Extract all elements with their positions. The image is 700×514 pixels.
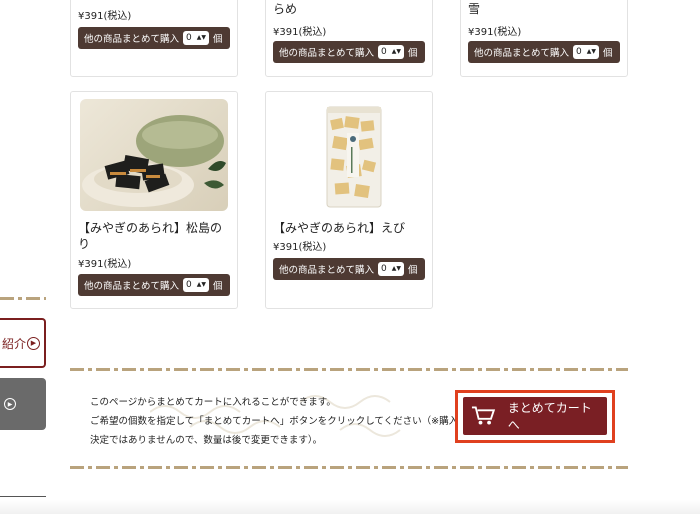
bulk-unit: 個 xyxy=(408,265,418,276)
page-bottom-shadow xyxy=(0,500,700,514)
rice-cracker-nori-image xyxy=(82,115,226,207)
quantity-stepper[interactable]: 0 ▲▼ xyxy=(378,262,405,276)
spinner-icon[interactable]: ▲▼ xyxy=(392,49,401,55)
bulk-unit: 個 xyxy=(213,34,223,45)
product-card-ebi: 【みやぎのあられ】えび ¥391(税込) 他の商品まとめて購入 0 ▲▼ 個 xyxy=(265,91,433,309)
sidebar-divider xyxy=(0,297,46,300)
product-price: ¥391(税込) xyxy=(273,27,327,38)
arrow-circle-icon: ▶ xyxy=(27,336,40,350)
product-card-top-3: 雪 ¥391(税込) 他の商品まとめて購入 0 ▲▼ 個 xyxy=(460,0,628,77)
sidebar-intro-button[interactable]: 紹介 ▶ xyxy=(0,318,46,368)
sidebar-intro-label: 紹介 xyxy=(1,336,26,351)
product-price: ¥391(税込) xyxy=(78,11,132,22)
sidebar-secondary-button[interactable]: ▶ xyxy=(0,378,46,430)
bulk-label: 他の商品まとめて購入 xyxy=(84,34,180,45)
spinner-icon[interactable]: ▲▼ xyxy=(197,35,206,41)
bulk-add-to-cart-button[interactable]: まとめてカートへ xyxy=(463,397,607,435)
arrow-circle-icon: ▶ xyxy=(4,398,16,410)
bulk-unit: 個 xyxy=(408,48,418,59)
bulk-purchase-control[interactable]: 他の商品まとめて購入 0 ▲▼ 個 xyxy=(78,27,230,49)
product-image[interactable] xyxy=(80,99,228,211)
bulk-purchase-control[interactable]: 他の商品まとめて購入 0 ▲▼ 個 xyxy=(468,41,620,63)
bulk-label: 他の商品まとめて購入 xyxy=(474,48,570,59)
product-price: ¥391(税込) xyxy=(78,259,132,270)
product-name[interactable]: 【みやぎのあられ】えび xyxy=(273,220,405,236)
product-name[interactable]: 【みやぎのあられ】松島のり xyxy=(78,220,233,252)
quantity-stepper[interactable]: 0 ▲▼ xyxy=(183,278,210,292)
product-image[interactable] xyxy=(275,99,423,211)
quantity-stepper[interactable]: 0 ▲▼ xyxy=(183,31,210,45)
bulk-purchase-control[interactable]: 他の商品まとめて購入 0 ▲▼ 個 xyxy=(78,274,230,296)
cart-icon xyxy=(471,406,496,425)
quantity-stepper[interactable]: 0 ▲▼ xyxy=(573,45,600,59)
product-card-top-1: ¥391(税込) 他の商品まとめて購入 0 ▲▼ 個 xyxy=(70,0,238,77)
bulk-label: 他の商品まとめて購入 xyxy=(279,265,375,276)
section-divider-bottom xyxy=(70,466,628,469)
spinner-icon[interactable]: ▲▼ xyxy=(587,49,596,55)
bulk-label: 他の商品まとめて購入 xyxy=(84,281,180,292)
cart-button-label: まとめてカートへ xyxy=(507,401,592,432)
bulk-info-line2: ご希望の個数を指定して「まとめてカートへ」ボタンをクリックしてください（※購入 xyxy=(90,416,459,427)
product-name[interactable]: 雪 xyxy=(468,1,480,17)
bulk-purchase-control[interactable]: 他の商品まとめて購入 0 ▲▼ 個 xyxy=(273,41,425,63)
quantity-stepper[interactable]: 0 ▲▼ xyxy=(378,45,405,59)
section-divider-top xyxy=(70,368,628,371)
product-price: ¥391(税込) xyxy=(468,27,522,38)
bulk-unit: 個 xyxy=(213,281,223,292)
spinner-icon[interactable]: ▲▼ xyxy=(197,282,206,288)
product-name[interactable]: らめ xyxy=(273,1,297,17)
bulk-unit: 個 xyxy=(603,48,613,59)
product-card-matsushima-nori: 【みやぎのあられ】松島のり ¥391(税込) 他の商品まとめて購入 0 ▲▼ 個 xyxy=(70,91,238,309)
product-price: ¥391(税込) xyxy=(273,242,327,253)
rice-cracker-bag-image xyxy=(326,106,382,208)
bulk-info-line3: 決定ではありませんので、数量は後で変更できます）。 xyxy=(90,435,323,446)
sidebar-divider-line xyxy=(0,496,46,497)
bulk-purchase-control[interactable]: 他の商品まとめて購入 0 ▲▼ 個 xyxy=(273,258,425,280)
bulk-info-line1: このページからまとめてカートに入れることができます。 xyxy=(90,397,336,408)
product-card-top-2: らめ ¥391(税込) 他の商品まとめて購入 0 ▲▼ 個 xyxy=(265,0,433,77)
bulk-label: 他の商品まとめて購入 xyxy=(279,48,375,59)
spinner-icon[interactable]: ▲▼ xyxy=(392,266,401,272)
